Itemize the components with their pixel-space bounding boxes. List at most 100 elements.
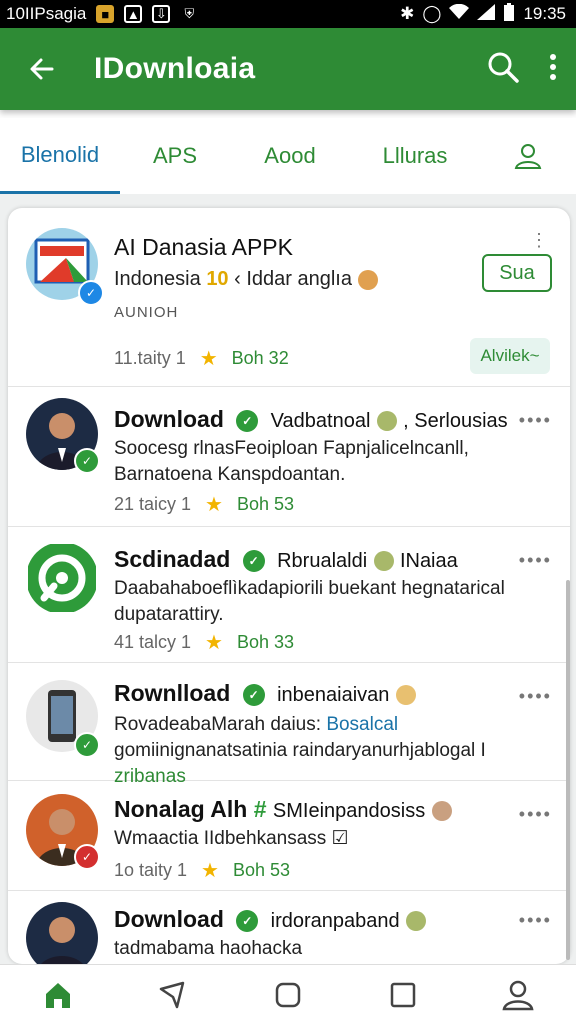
avatar [26,902,98,964]
list-item-title: Download ✓ Vadbatnoal , Serlousias [114,406,508,433]
featured-app-subtitle: Indonesia 10 ‹ Iddar anglıa [114,268,378,291]
navigation-icon [159,981,185,1009]
item-extra: Rbrualaldi [277,550,368,572]
status-badge: ✓ [74,448,100,474]
arrow-left-icon [30,58,54,80]
more-options-icon[interactable]: •••• [519,686,552,707]
item-extra-2: , Serlousias [403,410,508,432]
tab-aps[interactable]: APS [120,118,230,194]
verified-icon: ✓ [236,909,259,932]
item-desc-c: gomiinignanatsatinia raindaryanurhjablog… [114,740,486,761]
tab-profile[interactable] [480,118,576,194]
featured-subtitle-text: Indonesia [114,268,201,290]
star-icon: ★ [205,632,223,654]
tab-aood[interactable]: Aood [230,118,350,194]
nav-home[interactable] [0,965,115,1025]
emoji-icon [376,410,397,431]
image-icon: ▲ [124,5,143,23]
notification-icon: ■ [96,5,115,23]
avatar [26,542,98,614]
more-vert-icon [550,53,556,80]
wifi-icon [449,3,470,25]
verified-icon: ✓ [242,549,265,572]
emoji-icon [357,269,378,290]
app-bar: IDownloaia [0,28,576,110]
bottom-nav [0,964,576,1025]
more-options-icon[interactable]: •••• [519,910,552,931]
alarm-icon: ◯ [422,4,442,23]
item-desc-a: RovadeabaMarah daius: [114,714,322,735]
emoji-icon [406,910,427,931]
item-desc-text: Wmaactia IIdbehkansass [114,828,327,849]
clock-text: 19:35 [523,4,566,23]
list-item-description: tadmabama haohacka [114,938,303,959]
search-icon [488,52,519,83]
tab-llluras[interactable]: Llluras [350,118,480,194]
item-desc-link[interactable]: Bosalcal [326,714,398,735]
tab-blenolid[interactable]: Blenolid [0,118,120,194]
verified-icon: ✓ [242,683,265,706]
meta-rating: Boh 53 [232,860,291,880]
home-icon [45,983,70,1008]
meta-count: 21 taicy 1 [114,494,192,514]
square-icon [390,982,416,1008]
secondary-action-button[interactable]: Alvilek~ [470,338,550,374]
meta-count: 41 talcy 1 [114,632,192,652]
bluetooth-icon: ✱ [400,4,415,23]
more-options-icon[interactable]: •••• [519,804,552,825]
more-options-icon[interactable]: •••• [519,410,552,431]
person-icon [502,980,534,1011]
item-title-text: Download [114,406,224,432]
item-title-text: Rownlload [114,680,231,706]
emoji-icon [395,684,416,705]
verified-badge: ✓ [78,280,104,306]
nav-apps[interactable] [230,965,345,1025]
star-icon: ★ [205,494,223,516]
item-extra: inbenaiaivan [277,684,390,706]
nav-profile[interactable] [461,965,576,1025]
list-item[interactable]: Scdinadad ✓ Rbrualaldi INaiaa Daabahaboe… [8,526,570,663]
app-title: IDownloaia [94,52,256,85]
meta-rating: Boh 53 [236,494,295,514]
emoji-icon [373,550,394,571]
list-item[interactable]: Download ✓ irdoranpaband tadmabama haoha… [8,890,570,964]
featured-subtitle-rest: ‹ Iddar anglıa [234,268,352,290]
status-badge: ✓ [74,844,100,870]
list-item-title: Download ✓ irdoranpaband [114,906,427,933]
shield-icon: ⛨ [184,6,195,21]
more-options-icon[interactable]: •••• [519,550,552,571]
item-title-text: Nonalag Alh [114,796,248,822]
list-item-meta: 1o taity 1 ★ Boh 53 [114,858,290,883]
back-button[interactable] [22,49,62,89]
item-title-text: Download [114,906,224,932]
sua-button[interactable]: Sua [482,254,552,292]
featured-meta-count: 11.taity 1 [114,348,186,368]
list-item[interactable]: ✓ Download ✓ Vadbatnoal , Serlousias Soo… [8,386,570,527]
overflow-menu-button[interactable] [548,52,558,87]
list-item[interactable]: ✓ Nonalag Alh # SMIeinpandosiss Wmaactia… [8,780,570,891]
scrollbar[interactable] [566,580,570,960]
list-item-description: Soocesg rlnasFeoiploan Fapnjalicelncanll… [114,438,469,485]
nav-explore[interactable] [115,965,230,1025]
more-options-icon[interactable]: ⋮ [530,230,550,251]
list-item-title: Rownlload ✓ inbenaiaivan [114,680,416,707]
square-rounded-icon [275,982,301,1008]
item-extra-2: INaiaa [399,550,458,572]
signal-icon [477,3,496,25]
list-item-title: Scdinadad ✓ Rbrualaldi INaiaa [114,546,458,573]
nav-library[interactable] [346,965,461,1025]
list-item-meta: 41 talcy 1 ★ Boh 33 [114,630,294,655]
item-title-text: Scdinadad [114,546,231,572]
list-item-title: Nonalag Alh # SMIeinpandosiss [114,796,452,823]
item-extra: SMIeinpandosiss [272,800,426,822]
star-icon: ★ [199,348,218,370]
verified-icon: ✓ [236,409,259,432]
search-button[interactable] [486,50,520,89]
list-item-description: RovadeabaMarah daius: Bosalcal gomiinign… [114,712,564,790]
list-item[interactable]: ✓ Rownlload ✓ inbenaiaivan RovadeabaMara… [8,662,570,787]
item-extra: irdoranpaband [270,910,400,932]
featured-app-item[interactable]: ✓ AI Danasia APPK Indonesia 10 ‹ Iddar a… [8,208,570,387]
status-badge: ✓ [74,732,100,758]
list-item-description: Wmaactia IIdbehkansass ☑ [114,826,514,852]
carrier-text: 10IIPsagia [6,4,87,23]
